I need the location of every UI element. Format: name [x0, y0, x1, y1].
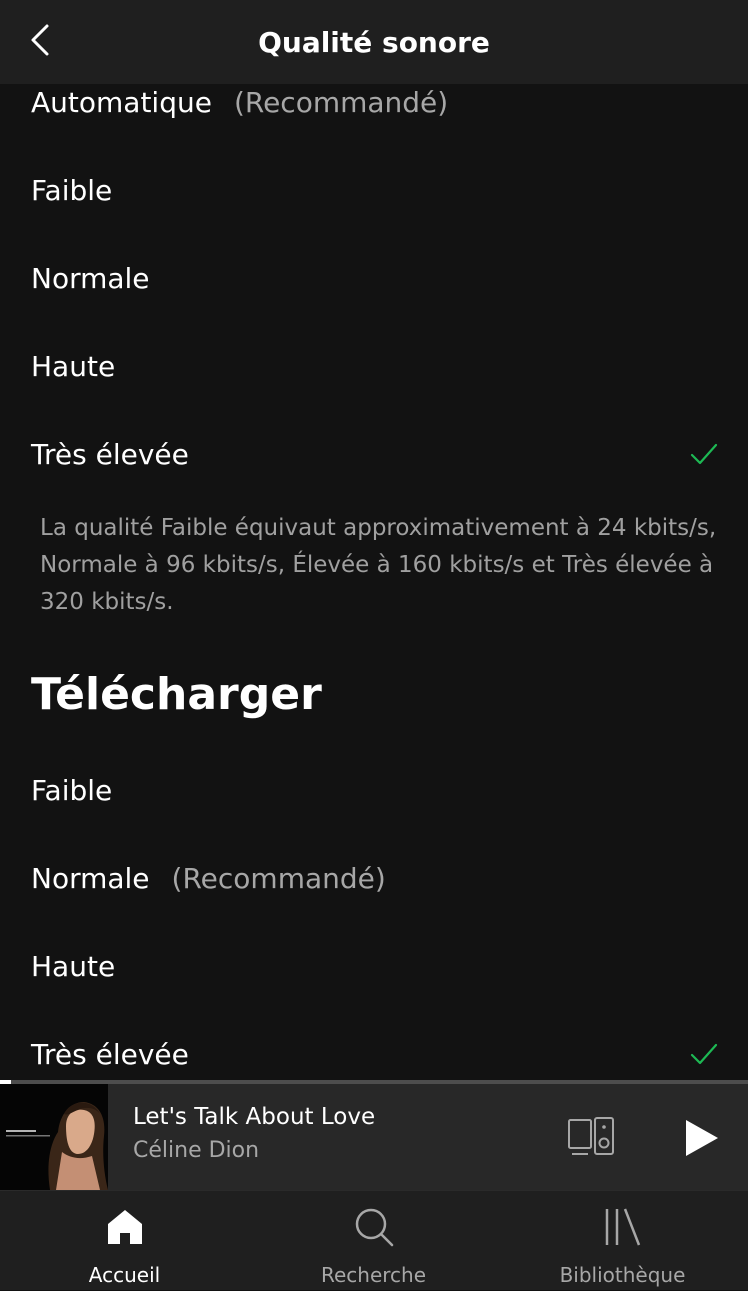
- option-label: Normale: [31, 261, 150, 295]
- recommended-label: (Recommandé): [233, 85, 449, 119]
- tab-recherche[interactable]: Recherche: [249, 1191, 498, 1291]
- streaming-option-automatique[interactable]: Automatique (Recommandé): [0, 84, 748, 146]
- devices-icon: [568, 1117, 614, 1155]
- option-label: Haute: [31, 949, 116, 983]
- page-title: Qualité sonore: [258, 25, 490, 59]
- option-label: Haute: [31, 349, 116, 383]
- tab-label: Accueil: [88, 1263, 161, 1287]
- album-cover-image: [0, 1084, 108, 1190]
- option-label: Automatique: [31, 85, 212, 119]
- mini-player[interactable]: Let's Talk About Love Céline Dion: [0, 1080, 748, 1190]
- download-option-normale[interactable]: Normale (Recommandé): [0, 834, 748, 922]
- track-title[interactable]: Let's Talk About Love: [133, 1104, 375, 1130]
- track-artist[interactable]: Céline Dion: [133, 1138, 259, 1163]
- library-icon: [605, 1208, 640, 1246]
- quality-info-text: La qualité Faible équivaut approximative…: [40, 515, 717, 615]
- play-icon: [686, 1120, 718, 1156]
- bottom-tab-bar: Accueil Recherche Bibliothèque: [0, 1190, 748, 1290]
- streaming-option-normale[interactable]: Normale: [0, 234, 748, 322]
- option-label: Très élevée: [31, 437, 189, 471]
- streaming-option-haute[interactable]: Haute: [0, 322, 748, 410]
- option-label: Normale: [31, 861, 150, 895]
- play-button[interactable]: [678, 1116, 722, 1160]
- download-option-faible[interactable]: Faible: [0, 746, 748, 834]
- download-option-haute[interactable]: Haute: [0, 922, 748, 1010]
- tab-bibliotheque[interactable]: Bibliothèque: [498, 1191, 747, 1291]
- option-label: Faible: [31, 173, 113, 207]
- recommended-label: (Recommandé): [171, 861, 386, 895]
- tab-accueil[interactable]: Accueil: [0, 1191, 249, 1291]
- option-label: Faible: [31, 773, 113, 807]
- streaming-option-tres-elevee[interactable]: Très élevée: [0, 410, 748, 498]
- streaming-option-faible[interactable]: Faible: [0, 146, 748, 234]
- checkmark-icon: [690, 443, 718, 465]
- option-label: Très élevée: [31, 1037, 189, 1071]
- connect-devices-button[interactable]: [566, 1116, 616, 1158]
- settings-content[interactable]: Automatique (Recommandé) Faible Normale …: [0, 84, 748, 1080]
- search-icon: [355, 1208, 393, 1247]
- top-bar: Qualité sonore: [0, 0, 748, 84]
- playback-progress-bar: [0, 1080, 748, 1084]
- checkmark-icon: [690, 1043, 718, 1065]
- download-option-tres-elevee[interactable]: Très élevée: [0, 1010, 748, 1080]
- home-icon: [107, 1210, 142, 1244]
- tab-label: Bibliothèque: [559, 1263, 686, 1287]
- section-title-download: Télécharger: [31, 669, 322, 720]
- album-art[interactable]: [0, 1084, 108, 1190]
- tab-label: Recherche: [320, 1263, 427, 1287]
